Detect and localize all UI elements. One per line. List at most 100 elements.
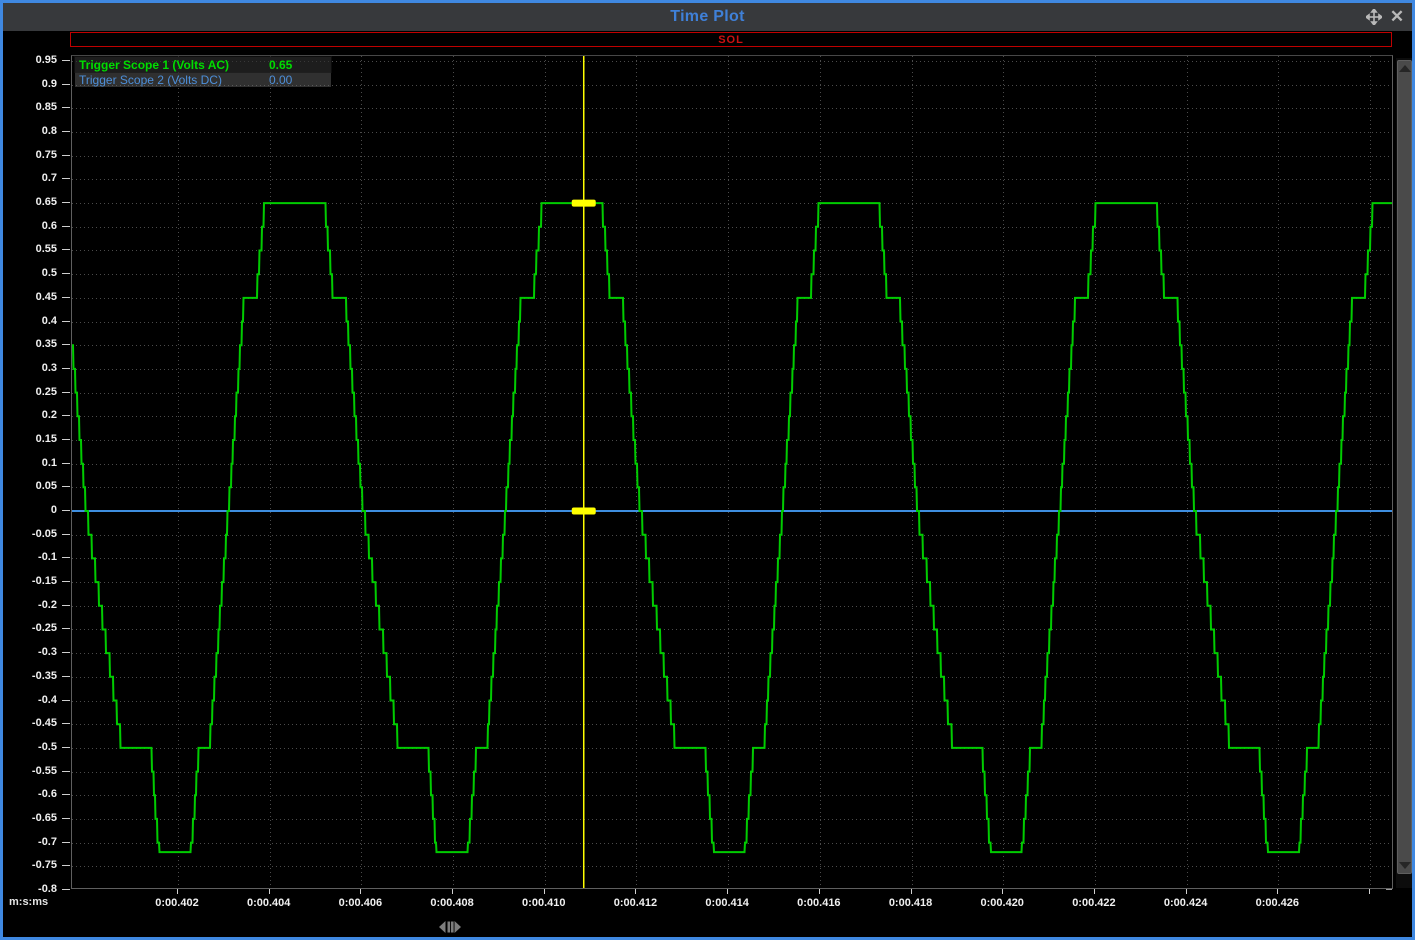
y-tick-mark: [62, 557, 70, 558]
y-tick-mark: [62, 415, 70, 416]
x-tick-label: 0:00.414: [685, 897, 769, 909]
y-tick-label: -0.55: [5, 765, 57, 777]
y-tick-label: -0.7: [5, 836, 57, 848]
horizontal-drag-icon[interactable]: [437, 918, 463, 936]
y-tick-mark: [62, 676, 70, 677]
y-tick-mark: [62, 652, 70, 653]
x-tick-label: 0:00.424: [1144, 897, 1228, 909]
x-tick-label: 0:00.420: [960, 897, 1044, 909]
scrollbar-thumb[interactable]: [1397, 60, 1412, 874]
y-tick-label: -0.25: [5, 622, 57, 634]
y-tick-mark: [62, 131, 70, 132]
y-tick-mark: [62, 794, 70, 795]
y-tick-mark: [62, 771, 70, 772]
x-tick-label: 0:00.406: [318, 897, 402, 909]
y-tick-label: -0.35: [5, 670, 57, 682]
y-tick-mark: [62, 107, 70, 108]
y-tick-mark: [62, 486, 70, 487]
y-tick-mark: [62, 865, 70, 866]
x-tick-label: 0:00.404: [227, 897, 311, 909]
y-tick-mark: [62, 747, 70, 748]
y-tick-label: 0: [5, 504, 57, 516]
y-tick-label: 0.55: [5, 243, 57, 255]
y-tick-label: 0.25: [5, 386, 57, 398]
x-tick-label: 0:00.426: [1235, 897, 1319, 909]
y-tick-mark: [62, 700, 70, 701]
legend-series-value: 0.00: [267, 73, 331, 87]
y-tick-label: 0.45: [5, 291, 57, 303]
x-tick-label: 0:00.418: [869, 897, 953, 909]
y-tick-label: 0.5: [5, 267, 57, 279]
y-tick-mark: [62, 368, 70, 369]
y-tick-label: -0.4: [5, 694, 57, 706]
y-tick-label: 0.15: [5, 433, 57, 445]
y-tick-mark: [62, 534, 70, 535]
legend-series-name: Trigger Scope 1 (Volts AC): [75, 58, 267, 72]
y-tick-mark: [62, 439, 70, 440]
y-tick-label: -0.05: [5, 528, 57, 540]
legend: Trigger Scope 1 (Volts AC)0.65Trigger Sc…: [75, 57, 331, 87]
x-axis-unit-label: m:s:ms: [9, 896, 67, 908]
y-tick-mark: [62, 273, 70, 274]
y-tick-label: -0.5: [5, 741, 57, 753]
title-bar[interactable]: Time Plot ✕: [3, 3, 1412, 31]
y-tick-mark: [62, 818, 70, 819]
sol-indicator-bar: SOL: [70, 32, 1392, 47]
y-tick-label: -0.15: [5, 575, 57, 587]
legend-row[interactable]: Trigger Scope 1 (Volts AC)0.65: [75, 57, 331, 72]
y-tick-mark: [62, 392, 70, 393]
scroll-up-icon[interactable]: [1399, 65, 1411, 72]
legend-series-value: 0.65: [267, 58, 331, 72]
y-tick-label: 0.9: [5, 78, 57, 90]
y-tick-label: -0.2: [5, 599, 57, 611]
y-tick-mark: [62, 178, 70, 179]
vertical-scrollbar[interactable]: [1396, 58, 1413, 888]
y-tick-label: 0.2: [5, 409, 57, 421]
y-tick-label: 0.95: [5, 54, 57, 66]
y-tick-label: 0.35: [5, 338, 57, 350]
titlebar-icons: ✕: [1365, 8, 1406, 26]
y-tick-mark: [62, 628, 70, 629]
move-icon[interactable]: [1365, 8, 1383, 26]
x-tick-label: 0:00.410: [502, 897, 586, 909]
y-tick-label: 0.4: [5, 315, 57, 327]
y-tick-label: 0.3: [5, 362, 57, 374]
y-tick-mark: [62, 889, 70, 890]
y-tick-mark: [62, 344, 70, 345]
y-tick-label: -0.45: [5, 717, 57, 729]
y-tick-mark: [62, 249, 70, 250]
y-tick-mark: [62, 723, 70, 724]
y-tick-label: 0.1: [5, 457, 57, 469]
y-tick-label: -0.8: [5, 883, 57, 895]
cursor-marker: [572, 508, 596, 515]
waveform-canvas: [72, 56, 1392, 888]
y-tick-mark-right: [1386, 889, 1392, 890]
y-tick-mark: [62, 226, 70, 227]
y-tick-mark: [62, 155, 70, 156]
y-tick-mark: [62, 84, 70, 85]
close-icon[interactable]: ✕: [1388, 8, 1406, 26]
window-title: Time Plot: [670, 8, 744, 26]
x-tick-label: 0:00.422: [1052, 897, 1136, 909]
y-tick-mark: [62, 463, 70, 464]
y-tick-label: 0.75: [5, 149, 57, 161]
y-tick-label: -0.65: [5, 812, 57, 824]
sol-label: SOL: [718, 34, 744, 46]
y-tick-label: 0.7: [5, 172, 57, 184]
y-tick-mark: [62, 842, 70, 843]
x-tick-label: 0:00.412: [593, 897, 677, 909]
legend-row[interactable]: Trigger Scope 2 (Volts DC)0.00: [75, 72, 331, 87]
y-tick-mark: [62, 321, 70, 322]
scroll-down-icon[interactable]: [1399, 862, 1411, 869]
plot-area[interactable]: Trigger Scope 1 (Volts AC)0.65Trigger Sc…: [71, 55, 1393, 889]
y-tick-label: -0.1: [5, 551, 57, 563]
legend-series-name: Trigger Scope 2 (Volts DC): [75, 73, 267, 87]
y-tick-label: -0.3: [5, 646, 57, 658]
y-tick-label: -0.6: [5, 788, 57, 800]
y-tick-mark: [62, 581, 70, 582]
y-tick-mark: [62, 60, 70, 61]
y-tick-label: 0.05: [5, 480, 57, 492]
x-tick-label: 0:00.416: [777, 897, 861, 909]
x-tick-label: 0:00.402: [135, 897, 219, 909]
y-tick-mark: [62, 605, 70, 606]
